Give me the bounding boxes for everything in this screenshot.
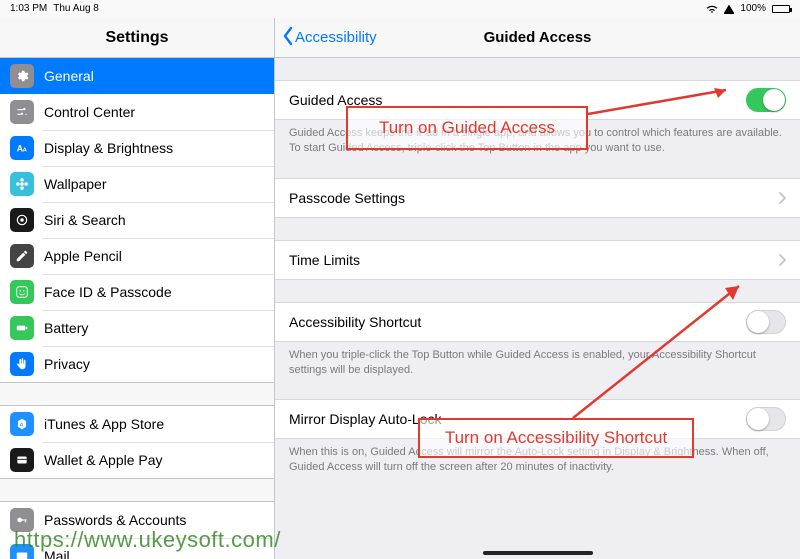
sidebar-item-display-brightness[interactable]: AA Display & Brightness [0, 130, 274, 166]
detail-body[interactable]: Guided Access Guided Access keeps the iPa… [275, 58, 800, 559]
sidebar-item-wallet-apple-pay[interactable]: Wallet & Apple Pay [0, 442, 274, 478]
sidebar-item-label: Battery [44, 320, 88, 336]
sidebar-item-label: Privacy [44, 356, 90, 372]
pencil-icon [10, 244, 34, 268]
wifi-icon [706, 4, 718, 14]
textsize-icon: AA [10, 136, 34, 160]
home-indicator [483, 551, 593, 555]
sidebar-title: Settings [0, 18, 274, 58]
sliders-icon [10, 100, 34, 124]
section-footer: When this is on, Guided Access will mirr… [275, 439, 800, 475]
status-date: Thu Aug 8 [53, 0, 99, 18]
status-bar-left: 1:03 PM Thu Aug 8 [10, 0, 99, 18]
cell-label: Passcode Settings [289, 190, 778, 206]
sidebar-item-apple-pencil[interactable]: Apple Pencil [0, 238, 274, 274]
cell-label: Mirror Display Auto-Lock [289, 411, 746, 427]
chevron-left-icon [281, 26, 295, 50]
svg-text:A: A [20, 422, 24, 428]
flower-icon [10, 172, 34, 196]
wallet-icon [10, 448, 34, 472]
hand-icon [10, 352, 34, 376]
sidebar-item-label: General [44, 68, 94, 84]
detail-pane: Accessibility Guided Access Guided Acces… [275, 18, 800, 559]
toggle-guided-access[interactable] [746, 88, 786, 112]
mail-icon [10, 544, 34, 559]
toggle-accessibility-shortcut[interactable] [746, 310, 786, 334]
back-button[interactable]: Accessibility [275, 26, 377, 50]
sidebar-item-privacy[interactable]: Privacy [0, 346, 274, 382]
siri-icon [10, 208, 34, 232]
cell-accessibility-shortcut[interactable]: Accessibility Shortcut [275, 302, 800, 342]
status-bar: 1:03 PM Thu Aug 8 100% [0, 0, 800, 18]
cell-time-limits[interactable]: Time Limits [275, 240, 800, 280]
cell-label: Accessibility Shortcut [289, 314, 746, 330]
detail-header: Accessibility Guided Access [275, 18, 800, 58]
back-button-label: Accessibility [295, 29, 377, 46]
sidebar-item-label: Wallet & Apple Pay [44, 452, 163, 468]
gear-icon [10, 64, 34, 88]
status-bar-right: 100% [706, 0, 790, 18]
chevron-right-icon [778, 192, 786, 204]
signal-icon [724, 5, 734, 14]
battery-icon [772, 5, 790, 13]
sidebar-item-label: Mail [44, 548, 70, 559]
cell-label: Time Limits [289, 252, 778, 268]
sidebar-item-siri-search[interactable]: Siri & Search [0, 202, 274, 238]
sidebar-item-wallpaper[interactable]: Wallpaper [0, 166, 274, 202]
settings-sidebar: Settings GeneralControl CenterAADisplay … [0, 18, 275, 559]
chevron-right-icon [778, 254, 786, 266]
cell-passcode-settings[interactable]: Passcode Settings [275, 178, 800, 218]
sidebar-item-passwords-accounts[interactable]: Passwords & Accounts [0, 502, 274, 538]
sidebar-item-itunes-app-store[interactable]: AiTunes & App Store [0, 406, 274, 442]
sidebar-item-label: Apple Pencil [44, 248, 122, 264]
cell-mirror-display-auto-lock[interactable]: Mirror Display Auto-Lock [275, 399, 800, 439]
face-icon [10, 280, 34, 304]
sidebar-item-label: Siri & Search [44, 212, 126, 228]
section-footer: Guided Access keeps the iPad in a single… [275, 120, 800, 156]
section-footer: When you triple-click the Top Button whi… [275, 342, 800, 378]
sidebar-item-general[interactable]: General [0, 58, 274, 94]
status-battery-percent: 100% [740, 0, 766, 18]
svg-text:A: A [23, 148, 28, 154]
sidebar-item-label: Face ID & Passcode [44, 284, 172, 300]
sidebar-item-label: iTunes & App Store [44, 416, 164, 432]
status-time: 1:03 PM [10, 0, 47, 18]
sidebar-item-label: Wallpaper [44, 176, 107, 192]
sidebar-scroll[interactable]: GeneralControl CenterAADisplay & Brightn… [0, 58, 274, 559]
cell-guided-access[interactable]: Guided Access [275, 80, 800, 120]
cell-label: Guided Access [289, 92, 746, 108]
appstore-icon: A [10, 412, 34, 436]
sidebar-item-face-id-passcode[interactable]: Face ID & Passcode [0, 274, 274, 310]
sidebar-item-mail[interactable]: Mail [0, 538, 274, 559]
key-icon [10, 508, 34, 532]
sidebar-item-control-center[interactable]: Control Center [0, 94, 274, 130]
sidebar-item-label: Passwords & Accounts [44, 512, 186, 528]
battery-icon [10, 316, 34, 340]
sidebar-item-label: Display & Brightness [44, 140, 173, 156]
toggle-mirror-display-auto-lock[interactable] [746, 407, 786, 431]
sidebar-item-battery[interactable]: Battery [0, 310, 274, 346]
sidebar-item-label: Control Center [44, 104, 135, 120]
